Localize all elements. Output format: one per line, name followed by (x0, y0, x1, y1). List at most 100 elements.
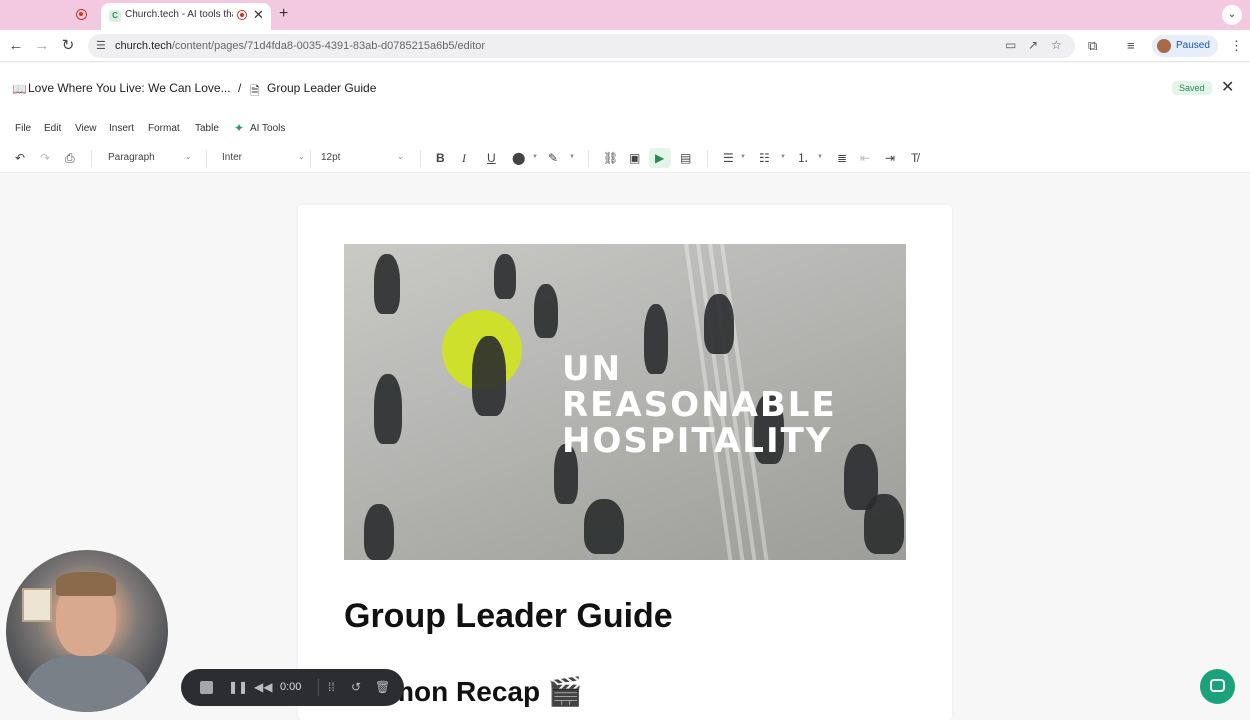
chevron-down-icon[interactable]: ▼ (740, 154, 746, 160)
font-size-select[interactable]: 12pt (321, 152, 340, 163)
trash-icon[interactable]: 🗑 (375, 680, 390, 694)
webcam-bubble[interactable] (6, 550, 168, 712)
url-text[interactable]: church.tech/content/pages/71d4fda8-0035-… (115, 40, 485, 52)
crowd-person (704, 294, 734, 354)
avatar (1157, 39, 1171, 53)
bookmark-star-icon[interactable]: ☆ (1051, 38, 1062, 52)
hero-headline: UN REASONABLE HOSPITALITY (562, 351, 837, 459)
editor-header: 📖 Love Where You Live: We Can Love... / … (0, 63, 1250, 115)
breadcrumb-current: Group Leader Guide (267, 81, 377, 95)
toolbar-divider (91, 150, 92, 167)
book-icon: 📖 (12, 82, 27, 96)
extensions-puzzle-icon[interactable]: ⧉ (1088, 38, 1097, 54)
pause-icon[interactable]: ❚❚ (228, 680, 248, 694)
indent-icon[interactable]: ⇥ (885, 151, 895, 165)
menu-file[interactable]: File (15, 123, 31, 134)
crowd-person (364, 504, 394, 560)
italic-icon[interactable]: I (462, 151, 466, 165)
highlight-pen-icon[interactable]: ✎ (548, 151, 558, 165)
chevron-down-icon[interactable]: ▼ (817, 154, 823, 160)
clear-formatting-icon[interactable]: T̸ (911, 151, 918, 165)
menu-view[interactable]: View (75, 123, 97, 134)
toolbar-divider (206, 150, 207, 167)
toolbar-divider (420, 150, 421, 167)
hero-line-3: HOSPITALITY (562, 421, 833, 461)
crowd-person (472, 336, 506, 416)
chevron-down-icon[interactable]: ⌄ (185, 152, 192, 161)
wall-picture-frame (22, 588, 52, 622)
menu-edit[interactable]: Edit (44, 123, 61, 134)
crowd-person (534, 284, 558, 338)
camera-icon[interactable]: ▭ (1005, 38, 1016, 52)
document-icon: 🗎 (250, 84, 260, 98)
media-controls-icon[interactable]: ≡ (1127, 38, 1135, 53)
site-settings-icon[interactable]: ☰ (96, 39, 106, 52)
stop-recording-icon[interactable] (200, 681, 213, 694)
menu-table[interactable]: Table (195, 123, 219, 134)
bold-icon[interactable]: B (436, 151, 445, 165)
presenter-hair (56, 572, 116, 596)
chart-block-icon[interactable]: ▤ (680, 151, 691, 165)
undo-icon[interactable]: ↶ (15, 151, 25, 165)
redo-icon[interactable]: ↷ (40, 151, 50, 165)
document-page[interactable]: UN REASONABLE HOSPITALITY Group Leader G… (298, 205, 952, 720)
tab-close-icon[interactable]: ✕ (253, 7, 264, 23)
chevron-down-icon[interactable]: ⌄ (298, 152, 305, 161)
new-tab-button[interactable]: + (279, 5, 288, 23)
chevron-down-icon[interactable]: ▼ (532, 154, 538, 160)
underline-icon[interactable]: U (487, 151, 496, 165)
chat-support-button[interactable] (1200, 669, 1235, 704)
document-title[interactable]: Group Leader Guide (344, 597, 673, 636)
menu-insert[interactable]: Insert (109, 123, 134, 134)
toolbar-divider (310, 150, 311, 167)
reload-icon[interactable]: ↻ (59, 37, 77, 55)
crowd-person (374, 374, 402, 444)
line-height-icon[interactable]: ≣ (837, 151, 847, 165)
open-in-window-icon[interactable]: ↗ (1028, 38, 1038, 52)
recording-timer: 0:00 (280, 681, 302, 693)
crowd-person (584, 499, 624, 554)
image-icon[interactable]: ▣ (629, 151, 640, 165)
address-bar[interactable]: ☰ church.tech/content/pages/71d4fda8-003… (88, 34, 1075, 58)
url-host: church.tech (115, 40, 172, 52)
menu-format[interactable]: Format (148, 123, 180, 134)
formatting-toolbar: ↶ ↷ ⎙ Paragraph ⌄ Inter ⌄ 12pt ⌄ B I U ⬤… (0, 144, 1250, 173)
back-arrow-icon[interactable]: ← (7, 37, 25, 55)
profile-status: Paused (1176, 40, 1210, 51)
saved-status-badge: Saved (1172, 81, 1212, 95)
bullet-list-icon[interactable]: ☷ (759, 151, 770, 165)
recording-controls: ❚❚ ◀◀ 0:00 ⁞⁞ ↺ 🗑 (181, 669, 404, 706)
browser-tab-strip: C Church.tech - AI tools tha ✕ + ⌄ (0, 0, 1250, 30)
close-editor-icon[interactable]: ✕ (1221, 77, 1234, 97)
font-family-select[interactable]: Inter (222, 152, 242, 163)
text-color-icon[interactable]: ⬤ (512, 151, 525, 165)
profile-button[interactable]: Paused (1152, 35, 1218, 57)
breadcrumb-parent[interactable]: Love Where You Live: We Can Love... (28, 81, 231, 95)
url-path: /content/pages/71d4fda8-0035-4391-83ab-d… (171, 40, 486, 52)
church-tech-favicon-icon: C (109, 10, 121, 22)
menu-ai-tools[interactable]: AI Tools (250, 123, 285, 134)
kebab-menu-icon[interactable]: ⋮ (1230, 38, 1243, 54)
editor-menubar: File Edit View Insert Format Table ✦ AI … (0, 115, 1250, 144)
rewind-icon[interactable]: ◀◀ (254, 680, 272, 694)
toolbar-divider (588, 150, 589, 167)
link-icon[interactable]: ⛓ (603, 151, 618, 165)
chevron-down-icon[interactable]: ▼ (569, 154, 575, 160)
chevron-down-icon[interactable]: ▼ (780, 154, 786, 160)
forward-arrow-icon[interactable]: → (33, 37, 51, 55)
tab-recording-icon (237, 10, 247, 20)
grid-drag-icon[interactable]: ⁞⁞ (328, 680, 335, 694)
align-left-icon[interactable]: ☰ (723, 151, 734, 165)
restart-icon[interactable]: ↺ (351, 680, 361, 694)
print-icon[interactable]: ⎙ (65, 151, 75, 165)
numbered-list-icon[interactable]: ⒈ (797, 151, 809, 165)
outdent-icon[interactable]: ⇤ (860, 151, 870, 165)
crowd-person (374, 254, 400, 314)
breadcrumb-separator: / (238, 81, 242, 95)
block-style-select[interactable]: Paragraph (108, 152, 155, 163)
tab-search-chevron-icon[interactable]: ⌄ (1222, 5, 1242, 25)
chevron-down-icon[interactable]: ⌄ (397, 152, 404, 161)
browser-tab-active[interactable]: C Church.tech - AI tools tha ✕ (101, 3, 271, 30)
recorder-divider (318, 679, 319, 696)
embed-media-icon[interactable]: ▶ (655, 151, 664, 165)
